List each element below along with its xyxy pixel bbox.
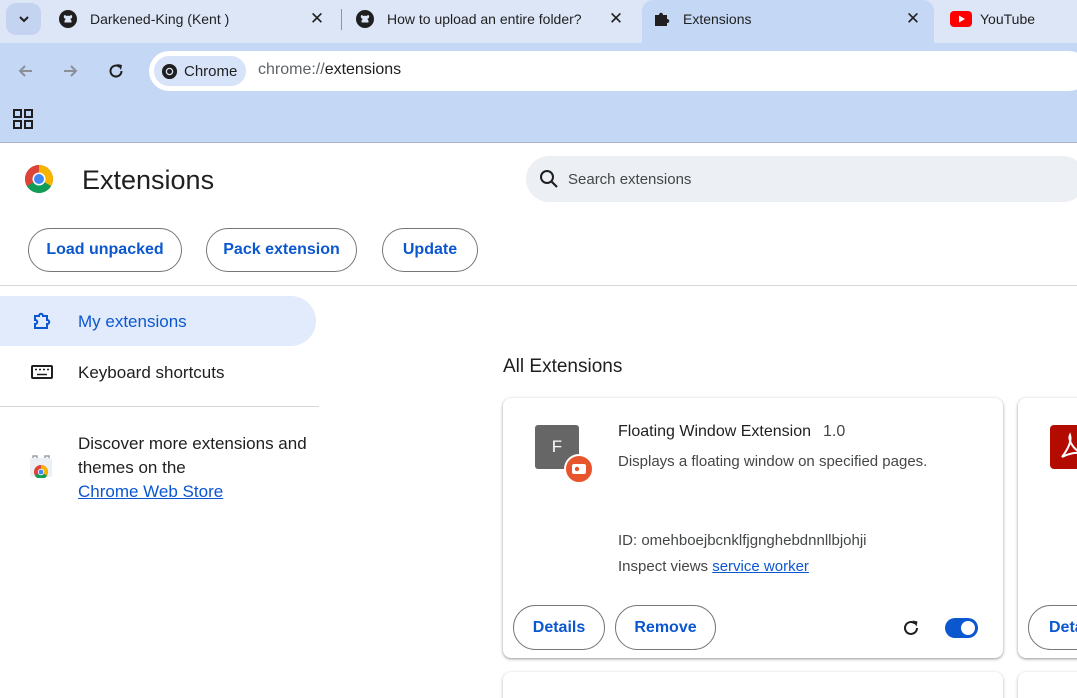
tab-strip: Darkened-King (Kent ) ✕ How to upload an… (0, 0, 1077, 43)
extension-card-partial: Details (1018, 398, 1077, 658)
service-worker-link[interactable]: service worker (712, 558, 809, 575)
sidebar-item-keyboard-shortcuts[interactable]: Keyboard shortcuts (0, 347, 316, 397)
extension-version: 1.0 (823, 423, 846, 440)
address-bar[interactable]: Chrome chrome://extensions (149, 51, 1077, 91)
url-path: extensions (324, 61, 402, 78)
keyboard-icon (31, 365, 53, 379)
arrow-left-icon (18, 65, 32, 77)
extension-icon-letter: F (551, 437, 563, 456)
developer-badge-icon (564, 454, 594, 484)
tab-github-profile[interactable]: Darkened-King (Kent ) ✕ (45, 0, 340, 43)
update-button[interactable]: Update (382, 228, 478, 272)
tab-github-question[interactable]: How to upload an entire folder? ✕ (342, 0, 638, 43)
extension-description: Displays a floating window on specified … (618, 453, 928, 470)
browser-window: Darkened-King (Kent ) ✕ How to upload an… (0, 0, 1077, 698)
reload-icon[interactable] (900, 617, 922, 639)
chrome-web-store-link[interactable]: Chrome Web Store (78, 482, 223, 501)
tab-title: YouTube (980, 11, 1036, 27)
sidebar-item-label: My extensions (78, 312, 187, 331)
discover-text: Discover more extensions and themes on t… (78, 432, 308, 504)
toggle-knob (961, 621, 975, 635)
web-store-icon (30, 455, 52, 478)
toolbar: Chrome chrome://extensions (0, 43, 1077, 99)
chrome-logo-icon (161, 63, 178, 80)
extensions-icon (34, 312, 51, 329)
extension-enable-toggle[interactable] (945, 618, 978, 638)
search-icon (540, 170, 558, 188)
search-placeholder: Search extensions (568, 171, 692, 188)
arrow-right-icon (64, 65, 78, 77)
load-unpacked-button[interactable]: Load unpacked (28, 228, 182, 272)
extension-id: ID: omehboejbcnklfjgnghebdnnllbjohji (618, 532, 867, 549)
discover-description: Discover more extensions and themes on t… (78, 434, 307, 477)
unpacked-badge-icon (572, 464, 586, 474)
sidebar-item-label: Keyboard shortcuts (78, 363, 225, 382)
sidebar-divider (0, 406, 319, 407)
github-icon (59, 10, 77, 28)
tab-search-button[interactable] (6, 3, 41, 35)
chrome-logo-icon (25, 165, 53, 193)
url-text: chrome://extensions (258, 61, 401, 79)
details-button[interactable]: Details (1028, 605, 1077, 650)
url-scheme: chrome:// (258, 61, 325, 78)
puzzle-icon (655, 12, 670, 26)
github-icon (356, 10, 374, 28)
back-button[interactable] (12, 57, 40, 85)
bookmarks-bar (0, 99, 1077, 143)
site-info-chip[interactable]: Chrome (154, 56, 246, 86)
remove-button[interactable]: Remove (615, 605, 716, 650)
forward-button[interactable] (56, 57, 84, 85)
page-title: Extensions (82, 165, 215, 195)
chip-label: Chrome (184, 63, 238, 80)
tab-title: Darkened-King (Kent ) (90, 11, 230, 27)
reload-button[interactable] (102, 57, 130, 85)
pack-extension-button[interactable]: Pack extension (206, 228, 357, 272)
acrobat-icon (1061, 432, 1077, 458)
tab-youtube[interactable]: YouTube (936, 0, 1077, 43)
inspect-label: Inspect views (618, 558, 709, 575)
sidebar-item-my-extensions[interactable]: My extensions (0, 296, 316, 346)
extension-card-next-partial (1018, 672, 1077, 698)
header-divider (0, 285, 1077, 286)
close-icon[interactable]: ✕ (903, 9, 923, 29)
extension-card-next (503, 672, 1003, 698)
tab-title: How to upload an entire folder? (387, 11, 582, 27)
extension-card: F Floating Window Extension 1.0 Displays… (503, 398, 1003, 658)
tab-title: Extensions (683, 11, 752, 27)
inspect-views: Inspect views service worker (618, 558, 809, 575)
pdf-icon (1050, 425, 1077, 469)
chevron-down-icon (18, 16, 29, 23)
tab-extensions[interactable]: Extensions ✕ (642, 0, 934, 43)
apps-grid-icon[interactable] (13, 109, 33, 129)
close-icon[interactable]: ✕ (606, 9, 626, 29)
youtube-icon (950, 11, 972, 27)
search-extensions-input[interactable]: Search extensions (526, 156, 1077, 202)
extension-name: Floating Window Extension (618, 423, 811, 440)
close-icon[interactable]: ✕ (307, 9, 327, 29)
details-button[interactable]: Details (513, 605, 605, 650)
section-title: All Extensions (503, 356, 623, 377)
reload-icon (109, 64, 123, 78)
